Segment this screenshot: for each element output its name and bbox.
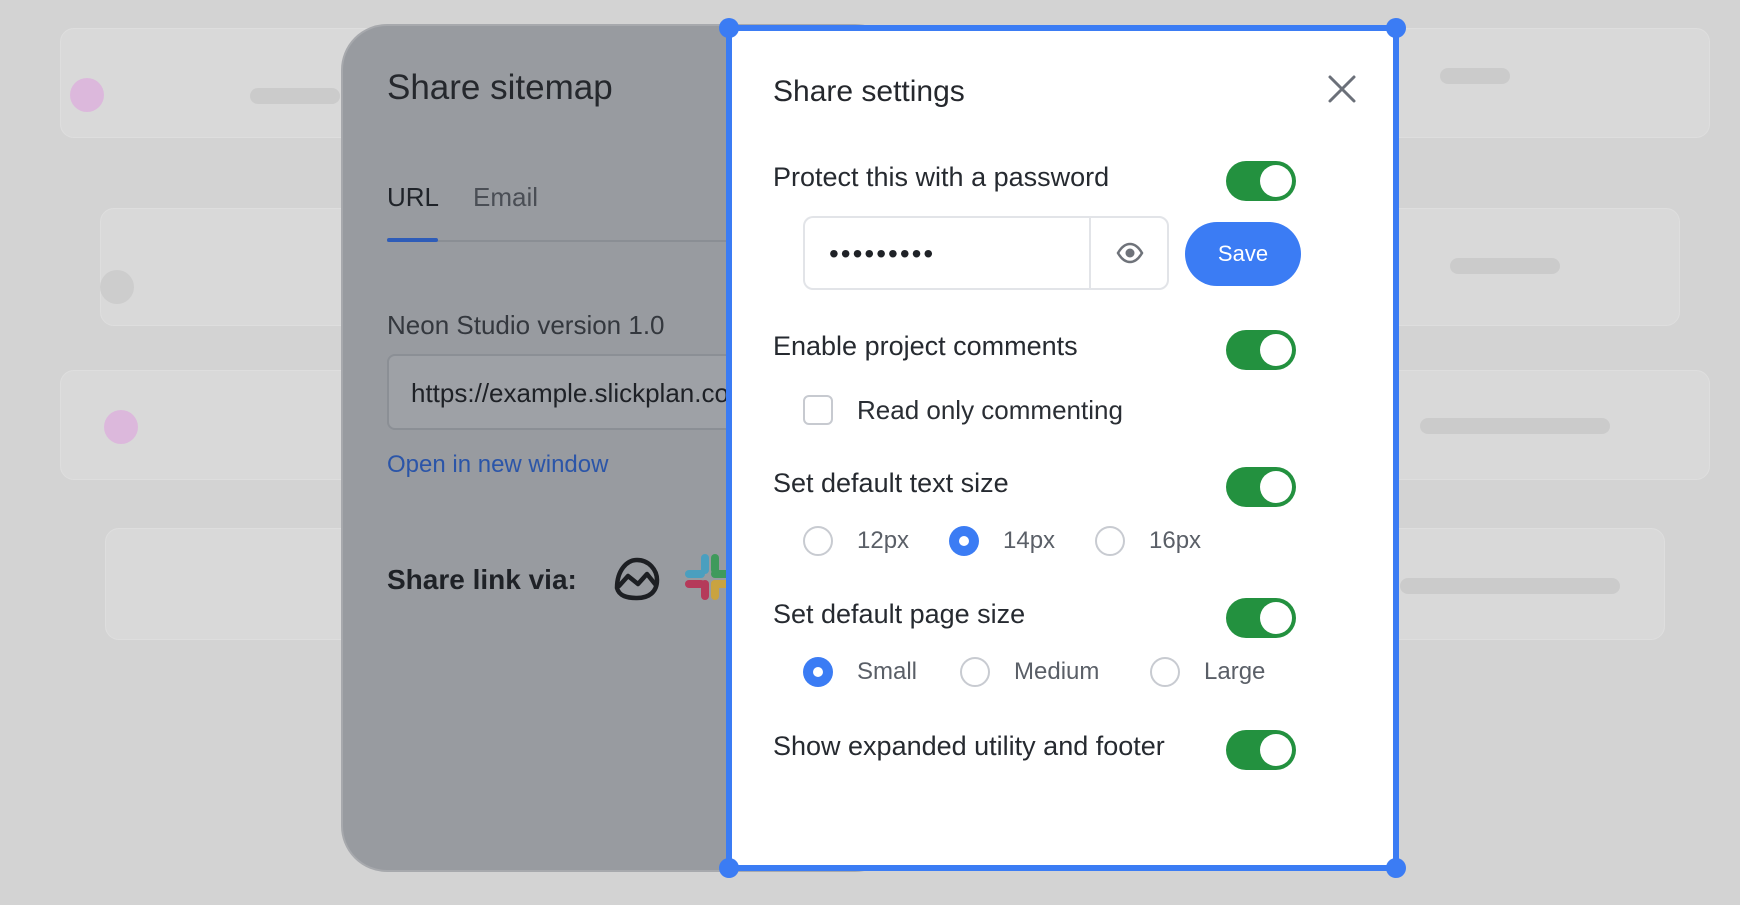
footer-toggle[interactable] [1226, 730, 1296, 770]
footer-label: Show expanded utility and footer [773, 731, 1165, 761]
close-icon[interactable] [1322, 69, 1362, 109]
radio-label-14px: 14px [1003, 527, 1056, 554]
radio-12px[interactable] [803, 526, 833, 556]
password-toggle[interactable] [1226, 161, 1296, 201]
read-only-checkbox[interactable] [803, 395, 833, 425]
modal-title: Share settings [773, 75, 965, 108]
background-text [1440, 68, 1510, 84]
background-text [1450, 258, 1560, 274]
background-avatar [70, 78, 104, 112]
background-text [250, 88, 340, 104]
radio-14px[interactable] [949, 526, 979, 556]
radio-label-16px: 16px [1149, 527, 1202, 554]
background-text [1420, 418, 1610, 434]
comments-toggle[interactable] [1226, 330, 1296, 370]
text-size-toggle[interactable] [1226, 467, 1296, 507]
password-protect-label: Protect this with a password [773, 162, 1110, 192]
active-tab-indicator [387, 238, 438, 242]
toggle-knob [1260, 602, 1292, 634]
password-input[interactable]: ••••••••• [803, 216, 1089, 290]
radio-small[interactable] [803, 657, 833, 687]
read-only-label: Read only commenting [857, 395, 1123, 425]
basecamp-icon[interactable] [611, 554, 663, 602]
toggle-knob [1260, 734, 1292, 766]
page-size-label: Set default page size [773, 599, 1026, 629]
save-password-button[interactable]: Save [1185, 222, 1301, 286]
open-in-new-window-link[interactable]: Open in new window [387, 451, 608, 479]
radio-label-12px: 12px [857, 527, 910, 554]
radio-16px[interactable] [1095, 526, 1125, 556]
toggle-knob [1260, 471, 1292, 503]
background-avatar [104, 410, 138, 444]
radio-label-large: Large [1204, 658, 1266, 685]
radio-large[interactable] [1150, 657, 1180, 687]
toggle-knob [1260, 334, 1292, 366]
page-size-toggle[interactable] [1226, 598, 1296, 638]
background-avatar [100, 270, 134, 304]
tab-url[interactable]: URL [387, 182, 439, 213]
project-name-label: Neon Studio version 1.0 [387, 310, 665, 340]
eye-icon [1116, 242, 1144, 264]
tab-email[interactable]: Email [473, 182, 538, 213]
comments-label: Enable project comments [773, 331, 1078, 361]
resize-handle-bottom-left[interactable] [719, 858, 739, 878]
radio-medium[interactable] [960, 657, 990, 687]
radio-label-medium: Medium [1014, 658, 1100, 685]
share-settings-modal: Share settings Protect this with a passw… [719, 18, 1406, 878]
background-text [1400, 578, 1620, 594]
toggle-knob [1260, 165, 1292, 197]
resize-handle-top-left[interactable] [719, 18, 739, 38]
resize-handle-top-right[interactable] [1386, 18, 1406, 38]
sitemap-title: Share sitemap [387, 68, 613, 107]
share-link-via-label: Share link via: [387, 564, 577, 595]
show-password-button[interactable] [1089, 216, 1169, 290]
resize-handle-bottom-right[interactable] [1386, 858, 1406, 878]
radio-label-small: Small [857, 658, 918, 685]
text-size-label: Set default text size [773, 468, 1009, 498]
